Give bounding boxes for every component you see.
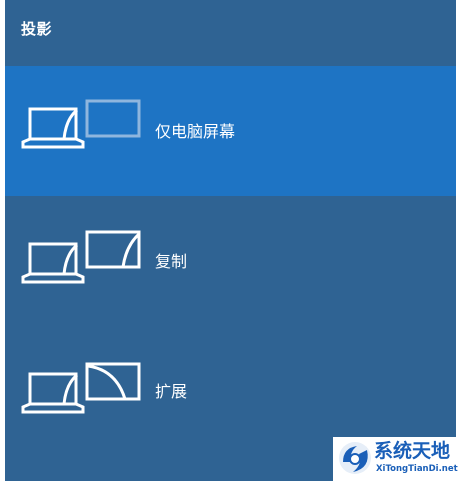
option-label: 扩展 [155,382,188,401]
project-panel: 投影 仅电脑屏幕 复制 扩展 [5,0,456,481]
option-duplicate[interactable]: 复制 [5,196,456,326]
duplicate-icon [21,230,141,284]
pc-screen-only-icon [21,99,141,149]
watermark-logo-icon [339,442,371,474]
option-label: 仅电脑屏幕 [155,122,236,141]
extend-icon [21,362,141,414]
panel-header: 投影 [5,0,456,66]
watermark-name: 系统天地 [374,440,451,462]
panel-title: 投影 [21,20,53,38]
watermark: 系统天地 XiTongTianDi.net [333,437,458,481]
option-pc-screen-only[interactable]: 仅电脑屏幕 [5,66,456,196]
watermark-url: XiTongTianDi.net [376,464,458,474]
option-label: 复制 [155,252,188,271]
